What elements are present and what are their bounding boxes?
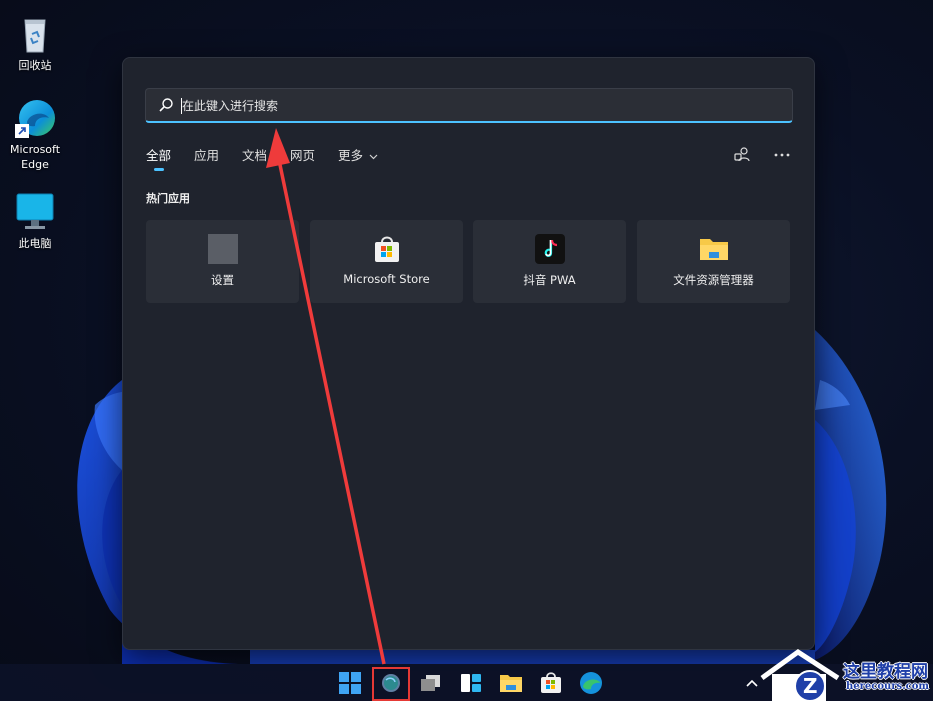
chevron-up-icon [746,679,758,687]
watermark-title: 这里教程网 [843,662,928,682]
store-button[interactable] [538,670,564,696]
panel-tools [732,145,792,165]
tab-documents[interactable]: 文档 [242,145,267,164]
active-tab-indicator [154,168,164,171]
top-apps-list: 设置 Microsoft Store 抖音 PWA 文件资源管理器 [146,220,794,304]
file-explorer-button[interactable] [498,670,524,696]
start-button[interactable] [337,670,363,696]
svg-text:Z: Z [803,674,818,698]
folder-icon [699,234,729,264]
desktop-icon-label: 此电脑 [18,237,52,250]
search-box[interactable] [145,88,793,123]
desktop-icon-this-pc[interactable]: 此电脑 [0,190,70,251]
section-title-top-apps: 热门应用 [146,192,190,205]
tab-web[interactable]: 网页 [290,145,315,164]
file-explorer-icon [500,675,522,692]
recycle-bin-icon [13,12,57,56]
app-card-label: 设置 [211,273,234,287]
desktop-icon-label: Microsoft [9,143,61,156]
more-options-icon[interactable] [772,145,792,165]
store-icon [372,234,402,264]
settings-icon [208,234,238,264]
app-card-label: 抖音 PWA [523,273,576,287]
desktop-icon-recycle-bin[interactable]: 回收站 [0,12,70,73]
task-view-button[interactable] [418,670,444,696]
edge-icon [580,672,602,694]
desktop-icon-label: Edge [21,158,49,171]
app-card-microsoft-store[interactable]: Microsoft Store [310,220,463,303]
search-input[interactable] [182,94,772,118]
edge-icon [13,96,57,140]
text-cursor [181,98,182,114]
desktop-icon-label: 回收站 [18,59,52,72]
tab-more-label: 更多 [338,148,364,163]
tab-more[interactable]: 更多 [338,145,378,164]
tab-all[interactable]: 全部 [146,145,171,164]
app-card-settings[interactable]: 设置 [146,220,299,303]
watermark: Z 这里教程网 herecours.com [760,648,933,701]
watermark-logo-icon: Z [760,648,840,701]
account-switch-icon[interactable] [732,145,752,165]
widgets-icon [461,674,481,692]
search-icon [159,98,173,112]
edge-button[interactable] [578,670,604,696]
tab-apps[interactable]: 应用 [194,145,219,164]
chevron-down-icon [369,154,378,160]
this-pc-icon [13,190,57,234]
search-button-highlight [372,667,410,701]
app-card-label: Microsoft Store [343,272,430,286]
desktop-icon-edge[interactable]: Microsoft Edge [0,96,70,172]
task-view-icon [421,675,440,691]
search-panel: 全部 应用 文档 网页 更多 热门应用 [122,57,815,650]
app-card-douyin-pwa[interactable]: 抖音 PWA [473,220,626,303]
start-icon [339,672,361,694]
app-card-file-explorer[interactable]: 文件资源管理器 [637,220,790,303]
watermark-url: herecours.com [846,681,930,692]
app-card-label: 文件资源管理器 [673,273,754,287]
show-hidden-icons-button[interactable] [742,670,762,696]
widgets-button[interactable] [458,670,484,696]
douyin-icon [535,234,565,264]
store-icon [541,672,561,693]
